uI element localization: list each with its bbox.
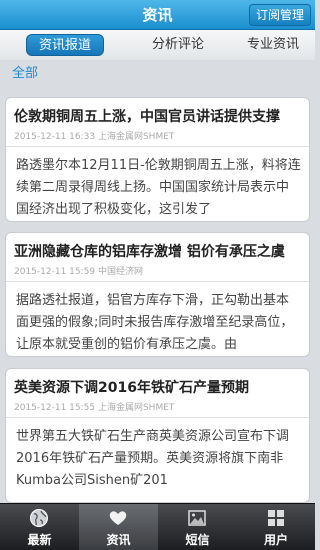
article-title: 英美资源下调2016年铁矿石产量预期 (14, 380, 249, 396)
article-meta: 2015-12-11 16:33 上海金属网SHMET (14, 132, 175, 142)
article-meta: 2015-12-11 15:55 上海金属网SHMET (14, 403, 175, 413)
article-card[interactable]: 亚洲隐藏仓库的铝库存激增 铝价有承压之虞 2015-12-11 15:59 中国… (5, 232, 310, 357)
article-meta: 2015-12-11 15:59 中国经济网 (14, 267, 143, 277)
nav-label: 用户 (263, 533, 288, 547)
nav-user[interactable]: 用户 (237, 504, 315, 550)
article-card[interactable]: 伦敦期铜周五上涨，中国官员讲话提供支撑 2015-12-11 16:33 上海金… (5, 97, 310, 222)
article-title: 亚洲隐藏仓库的铝库存激增 铝价有承压之虞 (14, 244, 285, 260)
article-card[interactable]: 英美资源下调2016年铁矿石产量预期 2015-12-11 15:55 上海金属… (5, 368, 310, 503)
article-title: 伦敦期铜周五上涨，中国官员讲话提供支撑 (14, 109, 280, 125)
nav-news[interactable]: 资讯 (79, 504, 158, 550)
picture-icon (188, 510, 206, 526)
section-label-all[interactable]: 全部 (12, 62, 38, 81)
heart-icon (109, 511, 127, 525)
nav-messages[interactable]: 短信 (158, 504, 237, 550)
globe-icon (30, 509, 48, 527)
tab-analysis[interactable]: 分析评论 (137, 34, 219, 56)
grid-icon (268, 510, 284, 526)
tab-professional[interactable]: 专业资讯 (234, 34, 312, 56)
article-summary: 路透墨尔本12月11日-伦敦期铜周五上涨，料将连续第二周录得周线上扬。中国国家统… (16, 158, 301, 217)
bottom-nav-bar: 最新 资讯 短信 用户 (0, 503, 315, 550)
subscribe-manage-button[interactable]: 订阅管理 (248, 4, 311, 26)
nav-latest[interactable]: 最新 (0, 504, 79, 550)
title-bar: 资讯 订阅管理 (0, 0, 315, 30)
article-summary: 据路透社报道，铝官方库存下滑，正勾勒出基本面更强的假象;同时未报告库存激增至纪录… (16, 293, 294, 352)
article-summary: 世界第五大铁矿石生产商英美资源公司宣布下调2016年铁矿石产量预期。英美资源将旗… (16, 429, 290, 488)
tab-news-reports[interactable]: 资讯报道 (26, 34, 104, 56)
nav-label: 最新 (27, 533, 52, 547)
nav-label: 短信 (185, 533, 210, 547)
nav-label: 资讯 (106, 533, 131, 547)
tab-bar: 资讯报道 分析评论 专业资讯 (0, 30, 315, 60)
